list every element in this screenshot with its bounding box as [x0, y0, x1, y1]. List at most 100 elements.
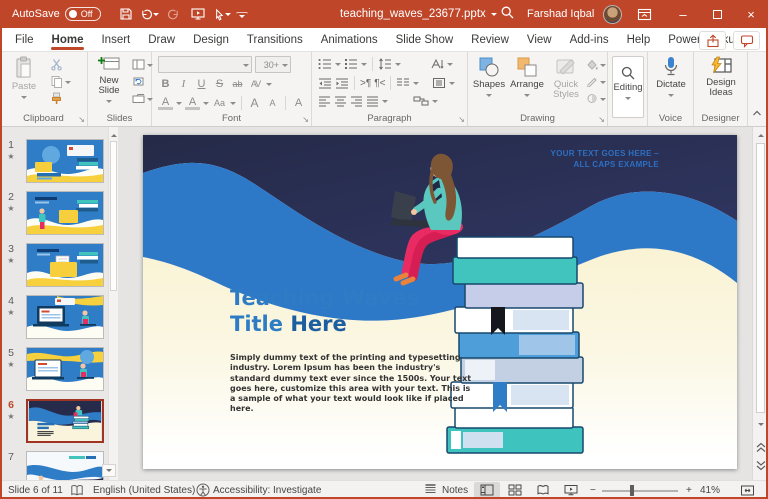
notes-button[interactable]: Notes — [424, 481, 468, 499]
user-avatar[interactable] — [603, 5, 622, 24]
tab-insert[interactable]: Insert — [92, 30, 139, 49]
paste-button[interactable]: Paste — [6, 56, 42, 102]
align-left-button[interactable] — [318, 95, 331, 107]
tab-file[interactable]: File — [6, 30, 43, 49]
italic-button[interactable]: I — [176, 77, 191, 91]
character-spacing-button[interactable]: AV — [248, 77, 263, 91]
fit-slide-to-window-button[interactable] — [740, 481, 755, 499]
thumbnail-slide-6-selected[interactable]: 6 ★ — [0, 399, 108, 445]
user-name[interactable]: Farshad Iqbal — [527, 8, 594, 20]
arrange-button[interactable]: Arrange — [508, 56, 546, 100]
thumbnail-scrollbar[interactable] — [108, 127, 118, 480]
bold-button[interactable]: B — [158, 77, 173, 91]
view-slide-sorter-button[interactable] — [502, 482, 528, 498]
document-title[interactable]: teaching_waves_23677.pptx — [340, 0, 497, 28]
clipboard-dialog-launcher[interactable]: ↘ — [78, 116, 85, 124]
text-highlight-button[interactable]: A — [158, 97, 173, 110]
text-direction-button[interactable] — [430, 58, 444, 70]
align-text-button[interactable] — [432, 77, 446, 89]
accessibility-checker-icon-button[interactable] — [196, 481, 210, 499]
editor-scrollbar-thumb[interactable] — [756, 143, 765, 413]
reset-slide-button[interactable] — [132, 74, 153, 89]
change-case-button[interactable]: Aa — [212, 96, 227, 110]
maximize-button[interactable] — [700, 0, 734, 28]
shape-effects-button[interactable] — [586, 91, 606, 106]
decrease-indent-button[interactable] — [318, 77, 332, 89]
previous-slide-button[interactable] — [753, 440, 768, 454]
slide-counter[interactable]: Slide 6 of 11 — [8, 481, 63, 499]
thumbnail-slide-5[interactable]: 5 ★ — [0, 347, 108, 393]
tab-design[interactable]: Design — [184, 30, 238, 49]
line-spacing-button[interactable] — [378, 58, 392, 70]
tab-review[interactable]: Review — [462, 30, 518, 49]
scroll-up-button[interactable] — [753, 127, 768, 141]
view-normal-button[interactable] — [474, 482, 500, 498]
zoom-percentage[interactable]: 41% — [700, 481, 720, 499]
touch-mouse-mode-button[interactable] — [212, 4, 232, 24]
tab-transitions[interactable]: Transitions — [238, 30, 312, 49]
grow-font-button[interactable]: A — [247, 96, 262, 110]
clear-formatting-button[interactable]: A — [291, 96, 306, 110]
font-size-combo[interactable]: 30+ — [255, 56, 291, 73]
accessibility-status[interactable]: Accessibility: Investigate — [213, 481, 321, 499]
tab-add-ins[interactable]: Add-ins — [561, 30, 618, 49]
start-slideshow-button[interactable] — [188, 4, 208, 24]
tab-draw[interactable]: Draw — [139, 30, 184, 49]
format-painter-button[interactable] — [50, 91, 71, 106]
thumbnail-slide-1[interactable]: 1 ★ — [0, 139, 108, 185]
thumbnail-slide-4[interactable]: 4 ★ — [0, 295, 108, 341]
save-button[interactable] — [116, 4, 136, 24]
tab-view[interactable]: View — [518, 30, 561, 49]
slide-corner-textbox[interactable]: YOUR TEXT GOES HERE – ALL CAPS EXAMPLE — [550, 148, 659, 170]
thumbnail-slide-7[interactable]: 7 — [0, 451, 108, 480]
font-name-combo[interactable] — [158, 56, 252, 73]
shrink-font-button[interactable]: A — [265, 96, 280, 110]
tab-home[interactable]: Home — [43, 30, 93, 49]
next-slide-button[interactable] — [753, 458, 768, 472]
quick-styles-button[interactable]: Quick Styles — [548, 56, 584, 100]
section-button[interactable] — [132, 91, 153, 106]
paragraph-dialog-launcher[interactable]: ↘ — [458, 116, 465, 124]
zoom-slider[interactable] — [602, 490, 678, 492]
shapes-button[interactable]: Shapes — [471, 56, 507, 100]
convert-smartart-button[interactable] — [413, 95, 429, 107]
new-slide-button[interactable]: New Slide — [90, 56, 128, 106]
paragraph-marks-ltr-button[interactable]: >¶ — [360, 78, 371, 89]
align-center-button[interactable] — [334, 95, 347, 107]
justify-button[interactable] — [366, 95, 379, 107]
comments-button[interactable] — [733, 31, 760, 50]
zoom-in-button[interactable]: + — [686, 481, 692, 499]
align-right-button[interactable] — [350, 95, 363, 107]
columns-button[interactable] — [396, 77, 410, 89]
share-button[interactable] — [699, 31, 726, 50]
view-reading-button[interactable] — [530, 482, 556, 498]
language-selector[interactable]: English (United States) — [93, 481, 195, 499]
slide-body-textbox[interactable]: Simply dummy text of the printing and ty… — [230, 353, 478, 415]
font-color-button[interactable]: A — [185, 97, 200, 110]
editor-scrollbar[interactable] — [752, 127, 768, 480]
font-dialog-launcher[interactable]: ↘ — [302, 116, 309, 124]
collapse-ribbon-button[interactable] — [752, 104, 762, 122]
numbering-button[interactable] — [344, 58, 358, 70]
close-button[interactable]: × — [734, 0, 768, 28]
slide-title-textbox[interactable]: Teaching Waves Title Here — [230, 285, 419, 337]
ribbon-display-options-button[interactable] — [634, 4, 654, 24]
zoom-out-button[interactable]: − — [590, 481, 596, 499]
thumbnail-slide-2[interactable]: 2 ★ — [0, 191, 108, 237]
autosave-toggle[interactable]: AutoSave Off — [12, 7, 101, 21]
tab-animations[interactable]: Animations — [312, 30, 387, 49]
slide-layout-button[interactable] — [132, 57, 153, 72]
shape-outline-button[interactable] — [586, 74, 606, 89]
tab-slide-show[interactable]: Slide Show — [387, 30, 463, 49]
underline-button[interactable]: U — [194, 77, 209, 91]
zoom-slider-knob[interactable] — [630, 485, 634, 496]
dictate-button[interactable]: Dictate — [653, 56, 689, 100]
slide-canvas[interactable]: YOUR TEXT GOES HERE – ALL CAPS EXAMPLE T… — [143, 135, 737, 469]
thumbnail-scroll-down-button[interactable] — [102, 464, 116, 477]
redo-button-disabled[interactable] — [164, 4, 184, 24]
view-slideshow-button[interactable] — [558, 482, 584, 498]
customize-qat-button[interactable] — [236, 12, 248, 21]
thumbnail-slide-3[interactable]: 3 ★ — [0, 243, 108, 289]
cut-button[interactable] — [50, 57, 71, 72]
increase-indent-button[interactable] — [335, 77, 349, 89]
